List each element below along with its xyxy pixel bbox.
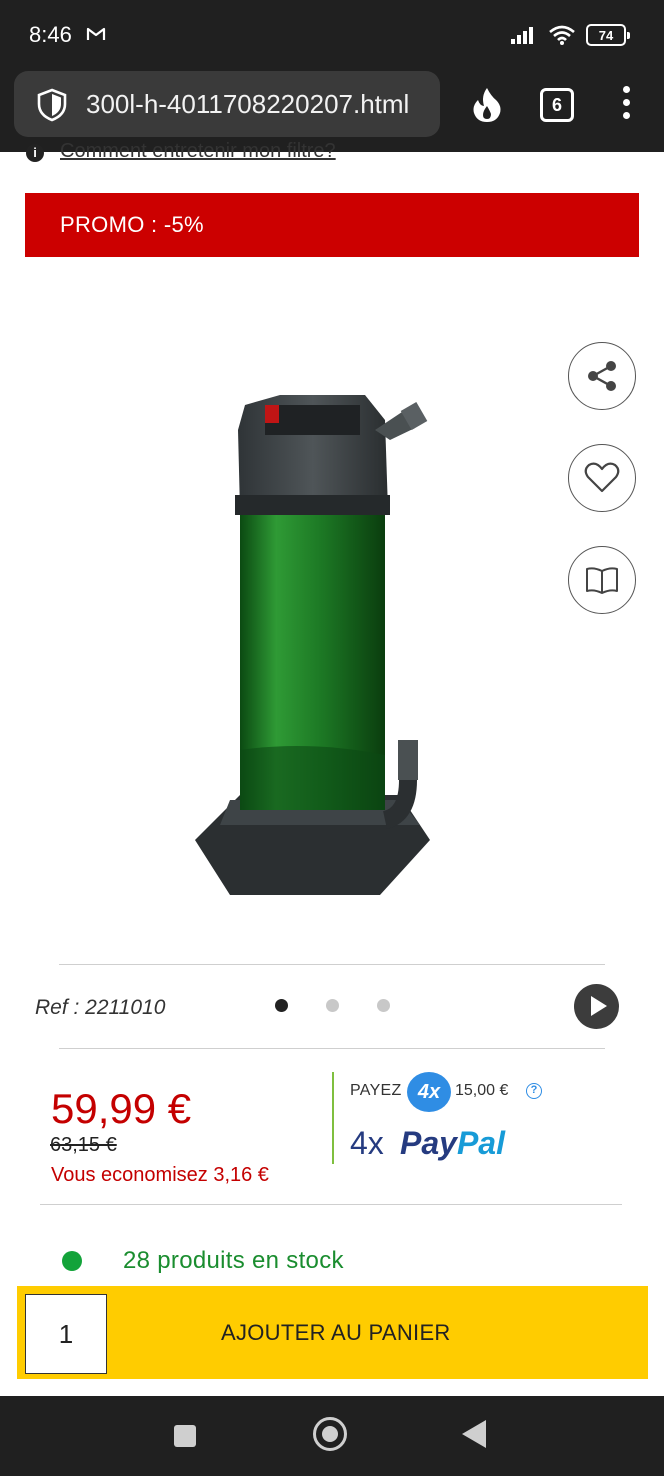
tabs-icon[interactable]: 6 <box>540 88 574 122</box>
old-price: 63,15 € <box>50 1134 117 1156</box>
paypal-pal: Pal <box>456 1125 505 1161</box>
add-to-cart-bar: 1 AJOUTER AU PANIER <box>17 1286 648 1379</box>
savings-text: Vous economisez 3,16 € <box>51 1164 269 1186</box>
divider <box>59 1048 605 1049</box>
care-link-row: i Comment entretenir mon filtre? <box>24 140 624 162</box>
quantity-input[interactable]: 1 <box>25 1294 107 1374</box>
price-separator <box>332 1072 334 1164</box>
share-button[interactable] <box>568 342 636 410</box>
installment-badge-icon: 4x <box>407 1072 451 1112</box>
help-icon[interactable]: ? <box>526 1083 542 1099</box>
book-icon <box>586 567 618 594</box>
url-bar[interactable]: 300l-h-4011708220207.html <box>14 71 440 137</box>
promo-banner: PROMO : -5% <box>25 193 639 257</box>
status-time: 8:46 <box>29 22 72 47</box>
gallery-dot[interactable] <box>275 999 288 1012</box>
flame-icon[interactable] <box>470 86 504 124</box>
info-icon: i <box>26 144 44 162</box>
recents-icon[interactable] <box>174 1425 196 1447</box>
home-icon[interactable] <box>313 1417 347 1451</box>
stock-text: 28 produits en stock <box>123 1247 344 1274</box>
payez-label: PAYEZ <box>350 1082 402 1099</box>
gmail-icon <box>86 27 106 40</box>
paypal-logo: PayPal <box>400 1125 505 1162</box>
status-bar: 8:46 74 <box>0 0 664 68</box>
installment-amount: 15,00 € <box>455 1082 509 1099</box>
add-to-cart-button[interactable]: AJOUTER AU PANIER <box>221 1320 451 1346</box>
system-nav-bar <box>0 1396 664 1476</box>
gallery-dots <box>272 999 392 1013</box>
care-link[interactable]: Comment entretenir mon filtre? <box>60 140 336 162</box>
gallery-dot[interactable] <box>326 999 339 1012</box>
share-icon <box>588 361 616 391</box>
divider <box>40 1204 622 1205</box>
promo-label: PROMO : -5% <box>60 212 204 237</box>
signal-icon <box>511 27 533 44</box>
product-image[interactable] <box>150 370 470 910</box>
menu-icon[interactable] <box>618 86 634 126</box>
url-text[interactable]: 300l-h-4011708220207.html <box>86 89 409 120</box>
stock-status-icon <box>62 1251 82 1271</box>
wifi-icon <box>549 25 575 45</box>
battery-level: 74 <box>598 27 614 43</box>
tab-count: 6 <box>551 94 562 115</box>
product-ref: Ref : 2211010 <box>35 996 166 1019</box>
paypal-prefix: 4x <box>350 1125 384 1161</box>
divider <box>59 964 605 965</box>
back-icon[interactable] <box>462 1420 486 1448</box>
status-icons: 74 <box>510 22 630 48</box>
catalog-button[interactable] <box>568 546 636 614</box>
quantity-value: 1 <box>58 1318 74 1349</box>
shield-icon[interactable] <box>36 88 68 122</box>
installment-badge-text: 4x <box>417 1080 441 1103</box>
battery-icon: 74 <box>586 24 630 46</box>
heart-icon <box>584 462 620 493</box>
play-video-button[interactable] <box>574 984 619 1029</box>
paypal-pay: Pay <box>400 1125 457 1161</box>
gallery-dot[interactable] <box>377 999 390 1012</box>
current-price: 59,99 € <box>51 1085 192 1132</box>
favorite-button[interactable] <box>568 444 636 512</box>
